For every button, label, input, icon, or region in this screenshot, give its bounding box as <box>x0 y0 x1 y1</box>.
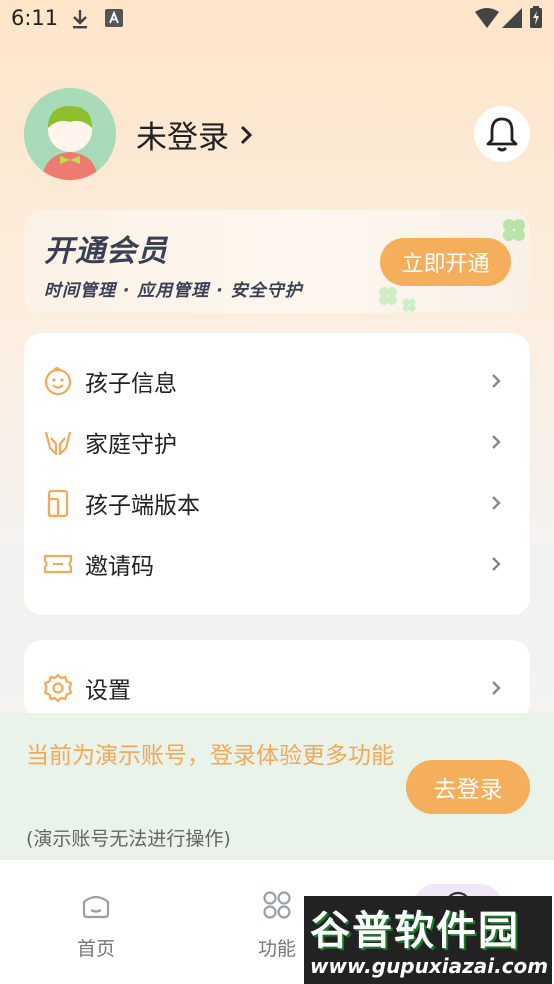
settings-item[interactable]: 设置 <box>24 659 530 717</box>
status-bar: 6:11 <box>0 0 554 38</box>
clover-decoration-icon <box>379 287 416 312</box>
watermark-title: 谷普软件园 <box>310 908 520 954</box>
menu-item-label: 孩子端版本 <box>85 493 200 519</box>
login-label: 未登录 <box>136 120 229 156</box>
ticket-icon <box>43 554 73 574</box>
profile-header: 未登录 <box>24 88 530 180</box>
settings-label: 设置 <box>85 678 131 704</box>
chevron-right-icon <box>492 374 501 388</box>
menu-item-label: 孩子信息 <box>85 371 177 397</box>
menu-item-family-guard[interactable]: 家庭守护 <box>24 413 530 471</box>
menu-item-label: 邀请码 <box>85 554 154 580</box>
menu-card: 孩子信息 家庭守护 孩子端版本 邀请码 <box>24 333 530 615</box>
bell-icon <box>486 117 518 152</box>
notification-a-icon <box>105 9 123 27</box>
go-login-button[interactable]: 去登录 <box>406 760 530 814</box>
watermark: 谷普软件园 www.gupuxiazai.com <box>304 896 552 984</box>
baby-face-icon <box>44 367 72 396</box>
vip-title: 开通会员 <box>44 234 168 269</box>
child-avatar-icon <box>24 88 116 180</box>
battery-icon <box>530 6 542 28</box>
phone-icon <box>47 489 69 518</box>
vip-subtitle: 时间管理 · 应用管理 · 安全守护 <box>44 281 303 301</box>
demo-account-banner: 当前为演示账号，登录体验更多功能 (演示账号无法进行操作) 去登录 <box>0 713 554 860</box>
grid-icon <box>263 891 291 919</box>
home-icon <box>82 895 110 919</box>
tab-label: 首页 <box>76 938 115 960</box>
menu-item-child-info[interactable]: 孩子信息 <box>24 352 530 410</box>
vip-card[interactable]: 开通会员 时间管理 · 应用管理 · 安全守护 立即开通 <box>24 210 530 313</box>
clover-decoration-icon <box>503 219 525 241</box>
status-time: 6:11 <box>11 6 59 30</box>
chevron-right-icon <box>492 557 501 571</box>
demo-message: 当前为演示账号，登录体验更多功能 <box>26 743 394 769</box>
chevron-right-icon <box>492 496 501 510</box>
open-vip-button[interactable]: 立即开通 <box>380 238 511 286</box>
menu-item-label: 家庭守护 <box>85 432 177 458</box>
chevron-right-icon <box>492 435 501 449</box>
wifi-icon <box>475 8 499 28</box>
chevron-right-icon <box>492 681 501 695</box>
watermark-url: www.gupuxiazai.com <box>310 954 549 978</box>
notification-button[interactable] <box>474 106 530 162</box>
demo-note: (演示账号无法进行操作) <box>26 828 231 850</box>
login-link[interactable]: 未登录 <box>136 112 253 157</box>
gear-icon <box>43 673 73 703</box>
download-icon <box>73 10 87 29</box>
hands-icon <box>44 431 72 456</box>
tab-home[interactable]: 首页 <box>26 860 166 984</box>
chevron-right-icon <box>240 125 253 144</box>
avatar[interactable] <box>24 88 116 180</box>
signal-icon <box>502 8 522 28</box>
settings-card: 设置 <box>24 640 530 720</box>
menu-item-invite-code[interactable]: 邀请码 <box>24 535 530 593</box>
menu-item-child-version[interactable]: 孩子端版本 <box>24 474 530 532</box>
